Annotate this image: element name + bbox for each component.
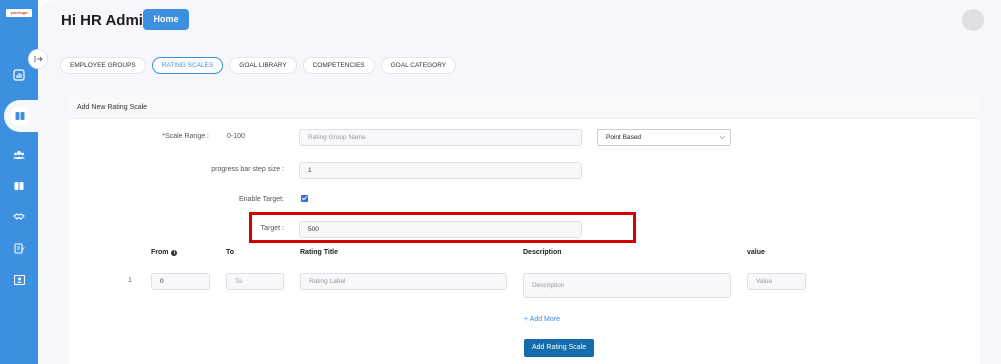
main-content: Hi HR Admin Home EMPLOYEE GROUPS RATING … [38, 0, 1001, 364]
handshake-icon[interactable] [11, 208, 27, 224]
add-more-link[interactable]: + Add More [524, 316, 560, 323]
tab-employee-groups[interactable]: EMPLOYEE GROUPS [60, 57, 146, 74]
id-card-icon[interactable] [11, 272, 27, 288]
tab-rating-scales[interactable]: RATING SCALES [151, 57, 224, 74]
target-input[interactable]: 500 [299, 221, 582, 238]
tab-bar: EMPLOYEE GROUPS RATING SCALES GOAL LIBRA… [60, 57, 457, 74]
book-icon[interactable] [10, 106, 30, 126]
chevron-down-icon: ⌵ [719, 134, 725, 141]
home-button[interactable]: Home [143, 9, 189, 30]
panel-title: Add New Rating Scale [69, 96, 980, 119]
book-icon[interactable] [11, 178, 27, 194]
to-header: To [226, 249, 235, 256]
sign-out-icon [34, 50, 43, 68]
from-input[interactable]: 0 [151, 273, 210, 290]
enable-target-label: Enable Target: [238, 196, 284, 203]
target-label: Target : [260, 225, 284, 232]
to-input[interactable]: To [226, 273, 284, 290]
rating-group-name-input[interactable]: Rating Group Name [299, 129, 582, 146]
chart-icon[interactable] [11, 67, 27, 83]
rating-title-header: Rating Title [300, 249, 338, 256]
rating-scale-panel: Add New Rating Scale *Scale Range : 0-10… [69, 96, 980, 364]
scale-range-value: 0-100 [227, 133, 245, 140]
from-header-text: From [151, 249, 169, 256]
row-number: 1 [128, 277, 132, 284]
edit-icon[interactable] [11, 240, 27, 256]
step-size-input[interactable]: 1 [299, 162, 582, 179]
sidebar-collapse-button[interactable] [28, 49, 48, 69]
scale-type-value: Point Based [606, 134, 642, 141]
company-logo: yourlogo [6, 9, 32, 17]
tab-goal-library[interactable]: GOAL LIBRARY [229, 57, 297, 74]
value-input[interactable]: Value [747, 273, 806, 290]
users-icon[interactable] [11, 147, 27, 163]
description-input[interactable]: Description [523, 273, 731, 298]
enable-target-checkbox[interactable] [301, 195, 308, 202]
add-rating-scale-button[interactable]: Add Rating Scale [524, 339, 595, 357]
scale-range-label: *Scale Range : [162, 133, 209, 140]
value-header: value [747, 249, 765, 256]
description-header: Description [523, 249, 562, 256]
scale-type-select[interactable]: Point Based ⌵ [597, 129, 731, 146]
greeting-title: Hi HR Admin [61, 12, 153, 29]
step-size-label: progress bar step size : [211, 166, 284, 173]
rating-label-input[interactable]: Rating Label [300, 273, 507, 290]
tab-goal-category[interactable]: GOAL CATEGORY [380, 57, 457, 74]
tab-competencies[interactable]: COMPETENCIES [302, 57, 375, 74]
info-icon[interactable]: i [171, 250, 178, 256]
avatar[interactable] [962, 9, 984, 31]
from-header: From i [151, 249, 178, 256]
